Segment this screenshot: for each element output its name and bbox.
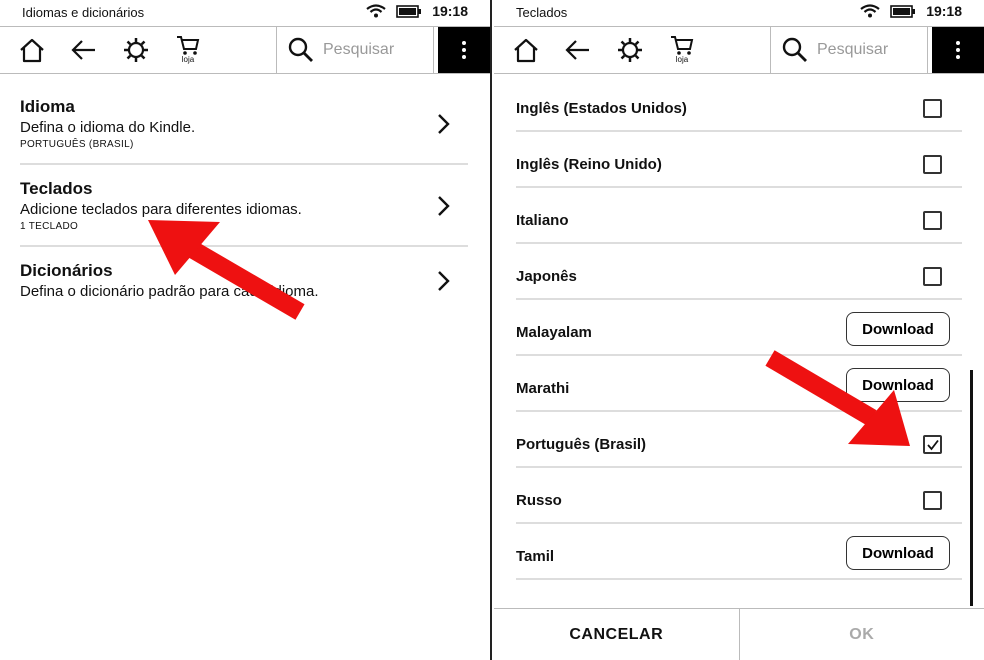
chevron-right-icon	[438, 196, 450, 216]
divider	[516, 298, 962, 300]
setting-description: Adicione teclados para diferentes idioma…	[20, 201, 302, 218]
search-placeholder: Pesquisar	[817, 41, 889, 58]
toolbar: loja Pesquisar	[494, 26, 984, 74]
home-icon[interactable]	[500, 27, 552, 73]
setting-value: 1 TECLADO	[20, 221, 79, 232]
store-button[interactable]: loja	[162, 27, 214, 73]
download-button[interactable]: Download	[846, 536, 950, 570]
setting-description: Defina o dicionário padrão para cada idi…	[20, 283, 319, 300]
store-button[interactable]: loja	[656, 27, 708, 73]
scrollbar[interactable]	[970, 370, 973, 606]
battery-icon	[890, 4, 916, 18]
settings-icon[interactable]	[110, 27, 162, 73]
keyboard-row: Malayalam Download	[516, 312, 956, 372]
wifi-icon	[366, 4, 386, 18]
store-label: loja	[675, 55, 689, 64]
clock: 19:18	[432, 3, 468, 19]
ok-button[interactable]: OK	[739, 609, 984, 660]
divider	[516, 522, 962, 524]
download-button[interactable]: Download	[846, 312, 950, 346]
divider	[516, 354, 962, 356]
keyboard-checkbox-checked[interactable]	[923, 435, 942, 454]
keyboard-checkbox[interactable]	[923, 491, 942, 510]
keyboard-label: Inglês (Reino Unido)	[516, 156, 662, 173]
divider	[20, 163, 468, 165]
setting-description: Defina o idioma do Kindle.	[20, 119, 196, 136]
divider	[516, 242, 962, 244]
keyboard-label: Inglês (Estados Unidos)	[516, 100, 687, 117]
keyboard-row: Marathi Download	[516, 368, 956, 428]
status-bar: Teclados 19:18	[494, 0, 984, 24]
setting-item-idioma[interactable]: Idioma Defina o idioma do Kindle. PORTUG…	[20, 97, 468, 150]
back-icon[interactable]	[58, 27, 110, 73]
menu-icon	[956, 41, 960, 59]
keyboard-checkbox[interactable]	[923, 267, 942, 286]
setting-value: PORTUGUÊS (BRASIL)	[20, 139, 134, 150]
divider	[20, 245, 468, 247]
setting-item-dicionarios[interactable]: Dicionários Defina o dicionário padrão p…	[20, 261, 468, 300]
keyboard-row: Tamil Download	[516, 536, 956, 596]
keyboard-checkbox[interactable]	[923, 211, 942, 230]
keyboard-label: Português (Brasil)	[516, 436, 647, 453]
setting-title: Teclados	[20, 179, 93, 198]
keyboard-label: Italiano	[516, 212, 569, 229]
menu-button[interactable]	[932, 27, 984, 73]
battery-icon	[396, 4, 422, 18]
checkmark-icon	[927, 439, 939, 451]
setting-item-teclados[interactable]: Teclados Adicione teclados para diferent…	[20, 179, 468, 232]
menu-icon	[462, 41, 466, 59]
divider	[516, 578, 962, 580]
status-title: Idiomas e dicionários	[22, 5, 145, 20]
settings-icon[interactable]	[604, 27, 656, 73]
search-icon	[288, 37, 313, 62]
right-screen: Teclados 19:18 loja Pesquisar Inglês (Es…	[494, 0, 984, 660]
keyboard-row: Português (Brasil)	[516, 428, 956, 484]
keyboard-label: Japonês	[516, 268, 577, 285]
toolbar: loja Pesquisar	[0, 26, 490, 74]
cart-icon	[177, 36, 200, 55]
keyboard-label: Russo	[516, 492, 562, 509]
keyboard-row: Italiano	[516, 204, 956, 260]
menu-button[interactable]	[438, 27, 490, 73]
keyboard-checkbox[interactable]	[923, 99, 942, 118]
home-icon[interactable]	[6, 27, 58, 73]
keyboard-label: Tamil	[516, 548, 555, 565]
search-field[interactable]: Pesquisar	[770, 27, 928, 73]
divider	[516, 410, 962, 412]
cart-icon	[671, 36, 694, 55]
left-screen: Idiomas e dicionários 19:18 loja Pesquis…	[0, 0, 490, 660]
divider	[516, 186, 962, 188]
store-label: loja	[181, 55, 195, 64]
clock: 19:18	[926, 3, 962, 19]
status-bar: Idiomas e dicionários 19:18	[0, 0, 490, 24]
setting-title: Dicionários	[20, 261, 113, 280]
keyboard-row: Inglês (Reino Unido)	[516, 148, 956, 204]
bottom-bar: CANCELAR OK	[494, 608, 984, 660]
keyboard-row: Russo	[516, 484, 956, 540]
keyboard-label: Marathi	[516, 380, 570, 397]
keyboard-row: Inglês (Estados Unidos)	[516, 92, 956, 148]
chevron-right-icon	[438, 271, 450, 291]
search-icon	[782, 37, 807, 62]
chevron-right-icon	[438, 114, 450, 134]
keyboard-row: Japonês	[516, 260, 956, 316]
cancel-button[interactable]: CANCELAR	[494, 609, 740, 660]
keyboard-label: Malayalam	[516, 324, 592, 341]
setting-title: Idioma	[20, 97, 75, 116]
divider	[516, 466, 962, 468]
keyboard-checkbox[interactable]	[923, 155, 942, 174]
download-button[interactable]: Download	[846, 368, 950, 402]
wifi-icon	[860, 4, 880, 18]
back-icon[interactable]	[552, 27, 604, 73]
search-field[interactable]: Pesquisar	[276, 27, 434, 73]
search-placeholder: Pesquisar	[323, 41, 395, 58]
status-title: Teclados	[516, 5, 568, 20]
divider	[516, 130, 962, 132]
